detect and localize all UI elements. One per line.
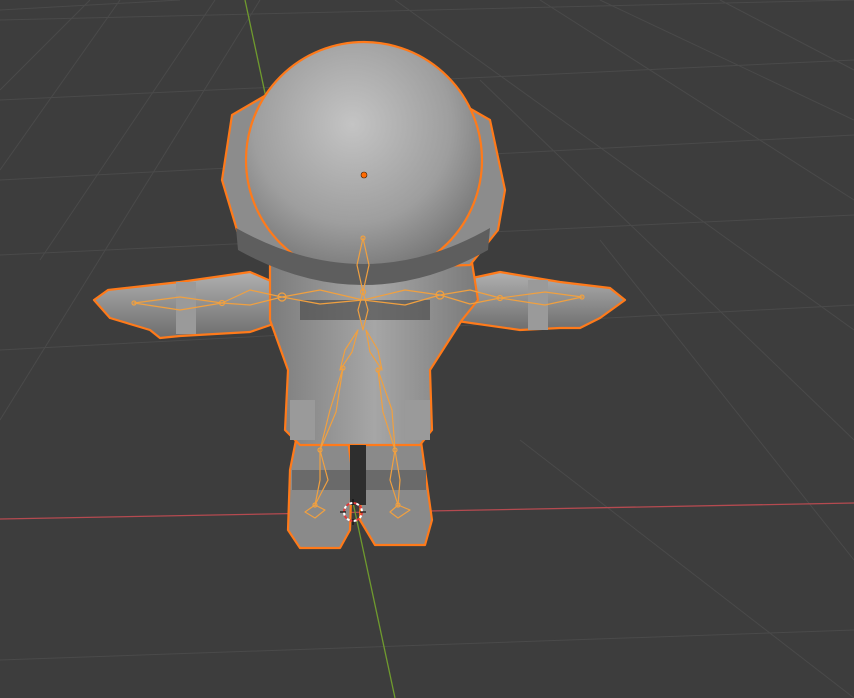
object-origin-dot[interactable] [360, 171, 368, 179]
viewport-canvas[interactable] [0, 0, 854, 698]
3d-viewport[interactable] [0, 0, 854, 698]
